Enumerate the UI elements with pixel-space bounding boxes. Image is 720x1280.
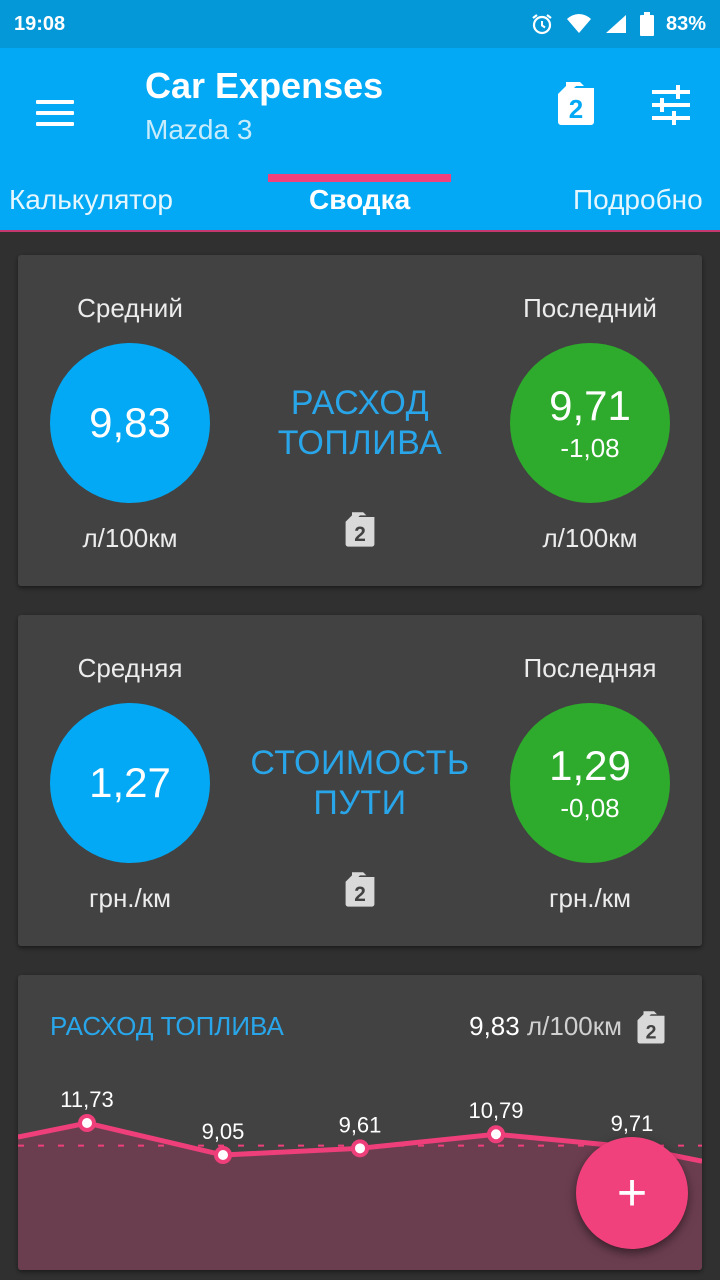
average-label: Средняя	[77, 653, 183, 683]
add-expense-button[interactable]: +	[576, 1137, 688, 1249]
chart-data-label: 9,05	[202, 1119, 245, 1144]
tab-details[interactable]: Подробно	[573, 184, 703, 216]
last-cost-circle: 1,29 -0,08	[510, 703, 670, 863]
average-fuel-value: 9,83	[89, 399, 171, 446]
last-fuel-delta: -1,08	[560, 433, 620, 463]
battery-percent: 83%	[665, 12, 706, 35]
status-time: 19:08	[14, 12, 66, 35]
chart-point[interactable]	[351, 1139, 369, 1158]
svg-text:2: 2	[646, 1021, 657, 1043]
svg-text:2: 2	[354, 883, 366, 906]
average-label: Средний	[77, 293, 183, 323]
chart-average: 9,83 л/100км	[469, 1011, 622, 1042]
chart-title: РАСХОД ТОПЛИВА	[50, 1011, 284, 1041]
last-unit: л/100км	[542, 523, 638, 553]
fuel-can-icon: 2	[345, 872, 375, 907]
app-bar: Car Expenses Mazda 3 2 Калькулятор Сводк…	[0, 48, 720, 232]
status-bar: 19:08 83%	[0, 0, 720, 48]
signal-icon	[605, 15, 626, 33]
filter-icon	[652, 85, 690, 125]
filter-button[interactable]	[650, 84, 692, 126]
car-name: Mazda 3	[145, 114, 253, 145]
fuel-type-button[interactable]: 2	[556, 80, 596, 126]
last-cost-delta: -0,08	[560, 793, 620, 823]
last-fuel-circle: 9,71 -1,08	[510, 343, 670, 503]
wifi-icon	[566, 14, 591, 33]
average-unit: л/100км	[82, 523, 178, 553]
chart-data-label: 9,61	[339, 1112, 382, 1137]
cost-card-title: СТОИМОСТЬ ПУТИ	[250, 744, 470, 822]
average-unit: грн./км	[89, 883, 171, 913]
fuel-can-icon: 2	[345, 512, 375, 547]
chart-point[interactable]	[487, 1125, 505, 1144]
chart-average-value: 9,83	[469, 1011, 520, 1041]
last-fuel-value: 9,71	[549, 382, 631, 429]
fuel-card-title: РАСХОД ТОПЛИВА	[277, 384, 443, 462]
svg-text:2: 2	[569, 94, 583, 124]
chart-data-label: 10,79	[468, 1098, 523, 1123]
chart-point[interactable]	[78, 1114, 96, 1132]
svg-text:2: 2	[354, 523, 366, 546]
last-unit: грн./км	[549, 883, 631, 913]
last-label: Последняя	[523, 653, 657, 683]
average-cost-value: 1,27	[89, 759, 171, 806]
battery-icon	[639, 12, 654, 36]
fuel-can-icon: 2	[558, 82, 594, 125]
average-fuel-circle: 9,83	[50, 343, 210, 503]
chart-point[interactable]	[214, 1146, 232, 1164]
tab-summary[interactable]: Сводка	[309, 184, 410, 216]
tab-calculator[interactable]: Калькулятор	[9, 184, 173, 216]
trip-cost-card[interactable]: Средняя Последняя 1,27 1,29 -0,08 СТОИМО…	[18, 615, 702, 946]
tab-indicator	[268, 174, 451, 182]
last-label: Последний	[523, 293, 657, 323]
chart-average-unit: л/100км	[526, 1011, 622, 1041]
plus-icon: +	[616, 1164, 648, 1222]
last-cost-value: 1,29	[549, 742, 631, 789]
fuel-consumption-card[interactable]: Средний Последний 9,83 9,71 -1,08 РАСХОД…	[18, 255, 702, 586]
average-cost-circle: 1,27	[50, 703, 210, 863]
menu-button[interactable]	[30, 86, 82, 138]
chart-data-label: 9,71	[611, 1111, 654, 1136]
fuel-can-icon: 2	[637, 1011, 665, 1044]
chart-data-label: 11,73	[60, 1087, 113, 1112]
app-title: Car Expenses	[145, 65, 384, 106]
alarm-icon	[532, 14, 552, 35]
